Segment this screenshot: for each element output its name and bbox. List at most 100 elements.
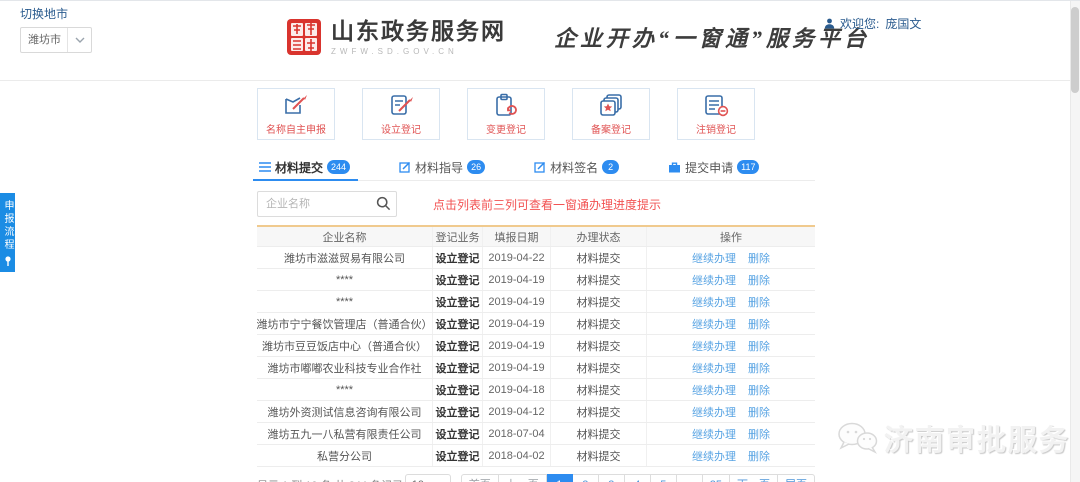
continue-link[interactable]: 继续办理 (692, 404, 736, 420)
tab-label: 材料提交 (275, 160, 324, 175)
fill-date[interactable]: 2019-04-19 (483, 313, 551, 334)
register-business[interactable]: 设立登记 (433, 445, 483, 466)
continue-link[interactable]: 继续办理 (692, 382, 736, 398)
action-label: 变更登记 (486, 124, 526, 136)
process-status: 材料提交 (551, 445, 647, 466)
action-card-filing-register[interactable]: 备案登记 (572, 88, 650, 140)
action-card-cancel-register[interactable]: 注销登记 (677, 88, 755, 140)
continue-link[interactable]: 继续办理 (692, 272, 736, 288)
register-business[interactable]: 设立登记 (433, 357, 483, 378)
scrollbar-thumb[interactable] (1071, 7, 1079, 93)
continue-link[interactable]: 继续办理 (692, 448, 736, 464)
switch-city-label: 切换地市 (20, 7, 69, 21)
page-button-4[interactable]: 4 (624, 474, 651, 482)
table-row: **** 设立登记 2019-04-19 材料提交 继续办理 删除 (257, 269, 815, 291)
register-business[interactable]: 设立登记 (433, 379, 483, 400)
action-label: 设立登记 (381, 124, 421, 136)
fill-date[interactable]: 2018-07-04 (483, 423, 551, 444)
fill-date[interactable]: 2019-04-12 (483, 401, 551, 422)
page-button-5[interactable]: 5 (650, 474, 677, 482)
company-name[interactable]: **** (257, 379, 433, 400)
last-page-button[interactable]: 尾页 (778, 474, 815, 482)
pagination-controls: 10 ▼ 首页 上一页 1 2 3 4 5 ... 25 下一页 尾页 (404, 474, 815, 482)
briefcase-icon (669, 162, 681, 172)
fill-date[interactable]: 2019-04-22 (483, 247, 551, 268)
register-business[interactable]: 设立登记 (433, 313, 483, 334)
continue-link[interactable]: 继续办理 (692, 360, 736, 376)
fill-date[interactable]: 2019-04-19 (483, 335, 551, 356)
page: 切换地市 潍坊市 山东政务服务网 ZWFW.SD.GOV.CN 企业开办“一窗通… (0, 0, 1080, 482)
side-tab-label: 申报流程 (2, 200, 13, 252)
header-process-status: 办理状态 (551, 227, 647, 246)
page-button-25[interactable]: 25 (702, 474, 730, 482)
continue-link[interactable]: 继续办理 (692, 294, 736, 310)
delete-link[interactable]: 删除 (748, 404, 770, 420)
company-name[interactable]: 潍坊市嘟嘟农业科技专业合作社 (257, 357, 433, 378)
action-label: 名称自主申报 (266, 124, 326, 136)
tab-label: 提交申请 (685, 160, 734, 175)
register-business[interactable]: 设立登记 (433, 335, 483, 356)
header-company-name: 企业名称 (257, 227, 433, 246)
edit-square-icon (534, 161, 546, 173)
tab-badge: 2 (602, 160, 620, 174)
side-tab-declare-process[interactable]: 申报流程 (0, 193, 15, 272)
tab-material-sign[interactable]: 材料签名 2 (532, 154, 623, 180)
page-button-1[interactable]: 1 (546, 474, 573, 482)
company-name[interactable]: 私营分公司 (257, 445, 433, 466)
site-title-block: 山东政务服务网 ZWFW.SD.GOV.CN (331, 18, 506, 56)
header-divider (0, 80, 1080, 81)
name-declare-icon (285, 94, 307, 114)
delete-link[interactable]: 删除 (748, 382, 770, 398)
company-name[interactable]: **** (257, 269, 433, 290)
delete-link[interactable]: 删除 (748, 426, 770, 442)
table-row: 潍坊市宁宁餐饮管理店（普通合伙） 设立登记 2019-04-19 材料提交 继续… (257, 313, 815, 335)
fill-date[interactable]: 2019-04-19 (483, 357, 551, 378)
tab-submit-apply[interactable]: 提交申请 117 (666, 154, 763, 180)
delete-link[interactable]: 删除 (748, 338, 770, 354)
fill-date[interactable]: 2019-04-19 (483, 291, 551, 312)
tab-material-submit[interactable]: 材料提交 244 (252, 154, 359, 181)
delete-link[interactable]: 删除 (748, 272, 770, 288)
register-business[interactable]: 设立登记 (433, 401, 483, 422)
page-button-2[interactable]: 2 (572, 474, 599, 482)
tab-material-guide[interactable]: 材料指导 26 (397, 154, 489, 180)
fill-date[interactable]: 2019-04-19 (483, 269, 551, 290)
fill-date[interactable]: 2019-04-18 (483, 379, 551, 400)
page-buttons: 首页 上一页 1 2 3 4 5 ... 25 下一页 尾页 (460, 474, 815, 482)
action-card-setup-register[interactable]: 设立登记 (362, 88, 440, 140)
delete-link[interactable]: 删除 (748, 360, 770, 376)
company-name[interactable]: 潍坊市豆豆饭店中心（普通合伙） (257, 335, 433, 356)
first-page-button[interactable]: 首页 (460, 474, 499, 482)
prev-page-button[interactable]: 上一页 (498, 474, 547, 482)
company-name[interactable]: 潍坊五九一八私营有限责任公司 (257, 423, 433, 444)
city-select-value: 潍坊市 (28, 34, 61, 46)
delete-link[interactable]: 删除 (748, 316, 770, 332)
username[interactable]: 庞国文 (885, 15, 921, 32)
action-card-change-register[interactable]: 变更登记 (467, 88, 545, 140)
header-register-business: 登记业务 (433, 227, 483, 246)
register-business[interactable]: 设立登记 (433, 247, 483, 268)
page-button-3[interactable]: 3 (598, 474, 625, 482)
company-name[interactable]: 潍坊外资测试信息咨询有限公司 (257, 401, 433, 422)
register-business[interactable]: 设立登记 (433, 269, 483, 290)
continue-link[interactable]: 继续办理 (692, 250, 736, 266)
delete-link[interactable]: 删除 (748, 294, 770, 310)
quick-actions: 名称自主申报 设立登记 变更登记 备案登记 注销登记 (257, 88, 815, 140)
continue-link[interactable]: 继续办理 (692, 338, 736, 354)
delete-link[interactable]: 删除 (748, 250, 770, 266)
company-name[interactable]: 潍坊市宁宁餐饮管理店（普通合伙） (257, 313, 433, 334)
continue-link[interactable]: 继续办理 (692, 316, 736, 332)
city-select[interactable]: 潍坊市 (20, 27, 92, 53)
next-page-button[interactable]: 下一页 (730, 474, 778, 482)
fill-date[interactable]: 2018-04-02 (483, 445, 551, 466)
register-business[interactable]: 设立登记 (433, 291, 483, 312)
continue-link[interactable]: 继续办理 (692, 426, 736, 442)
company-name[interactable]: 潍坊市滋滋贸易有限公司 (257, 247, 433, 268)
page-size-select[interactable]: 10 ▼ (404, 474, 451, 482)
search-icon[interactable] (376, 196, 391, 211)
company-name[interactable]: **** (257, 291, 433, 312)
delete-link[interactable]: 删除 (748, 448, 770, 464)
register-business[interactable]: 设立登记 (433, 423, 483, 444)
action-card-name-declare[interactable]: 名称自主申报 (257, 88, 335, 140)
scrollbar[interactable] (1070, 1, 1080, 482)
